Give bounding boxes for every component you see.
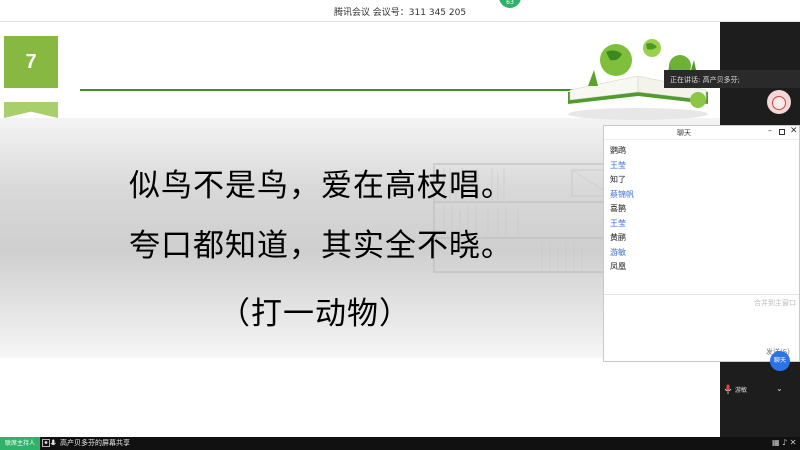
bottom-toolbar-icons[interactable]: ▦ ♪ ✕ [772, 438, 796, 447]
close-icon[interactable]: ✕ [790, 126, 798, 136]
chat-sender-name: 游敏 [610, 247, 626, 257]
chat-message-list: 鹦鹉 王莹 知了 蔡锦帆 喜鹊 王莹 黄鹂 游敏 凤凰 [610, 144, 795, 275]
chat-sender-name: 蔡锦帆 [610, 189, 634, 199]
chat-message-text: 鹦鹉 [610, 146, 626, 155]
chat-sender-name: 王莹 [610, 218, 626, 228]
microphone-icon [724, 384, 732, 394]
avatar[interactable] [767, 90, 791, 114]
participant-row[interactable]: 游敏 [724, 384, 796, 396]
meeting-screen: 腾讯会议 会议号：311 345 205 63 7 似鸟不是鸟，爱在高枝唱。 夸… [0, 0, 800, 450]
chat-divider [604, 294, 799, 295]
screen-share-label: 高产贝多芬的屏幕共享 [60, 439, 130, 447]
participant-name: 游敏 [735, 387, 748, 394]
speaking-indicator: 正在讲话: 高产贝多芬; [664, 70, 800, 88]
chat-window: 聊天 – ✕ 鹦鹉王莹知了蔡锦帆喜鹊王莹黄鹂游敏凤凰 合并到主窗口 发送(S) [603, 125, 800, 362]
meeting-title: 腾讯会议 会议号：311 345 205 [333, 8, 467, 18]
chat-message-text: 凤凰 [610, 262, 626, 271]
maximize-icon[interactable] [779, 129, 785, 135]
chat-message-text: 知了 [610, 175, 626, 184]
chat-title: 聊天 [677, 129, 691, 137]
top-bar: 腾讯会议 会议号：311 345 205 63 [0, 0, 800, 22]
avatar-face [772, 96, 786, 110]
screen-share-icon [42, 439, 56, 447]
chat-message-text: 喜鹊 [610, 204, 626, 213]
chat-titlebar[interactable]: 聊天 – ✕ [604, 126, 799, 140]
merge-to-main-window-link[interactable]: 合并到主窗口 [754, 298, 796, 308]
host-badge: 联席主持人 [0, 437, 40, 450]
chat-fab-button[interactable]: 聊天 [770, 351, 790, 371]
close-icon[interactable]: ✕ [790, 438, 797, 447]
slide-footer-area [0, 358, 720, 437]
chevron-down-icon[interactable]: ⌄ [776, 384, 783, 393]
bottom-status-bar: 联席主持人 高产贝多芬的屏幕共享 ▦ ♪ ✕ [0, 437, 800, 450]
music-icon[interactable]: ♪ [782, 438, 787, 447]
minimize-icon[interactable]: – [768, 126, 772, 135]
grid-icon[interactable]: ▦ [772, 438, 780, 447]
chat-sender-name: 王莹 [610, 160, 626, 170]
chat-message-text: 黄鹂 [610, 233, 626, 242]
slide-number: 7 [4, 36, 58, 88]
